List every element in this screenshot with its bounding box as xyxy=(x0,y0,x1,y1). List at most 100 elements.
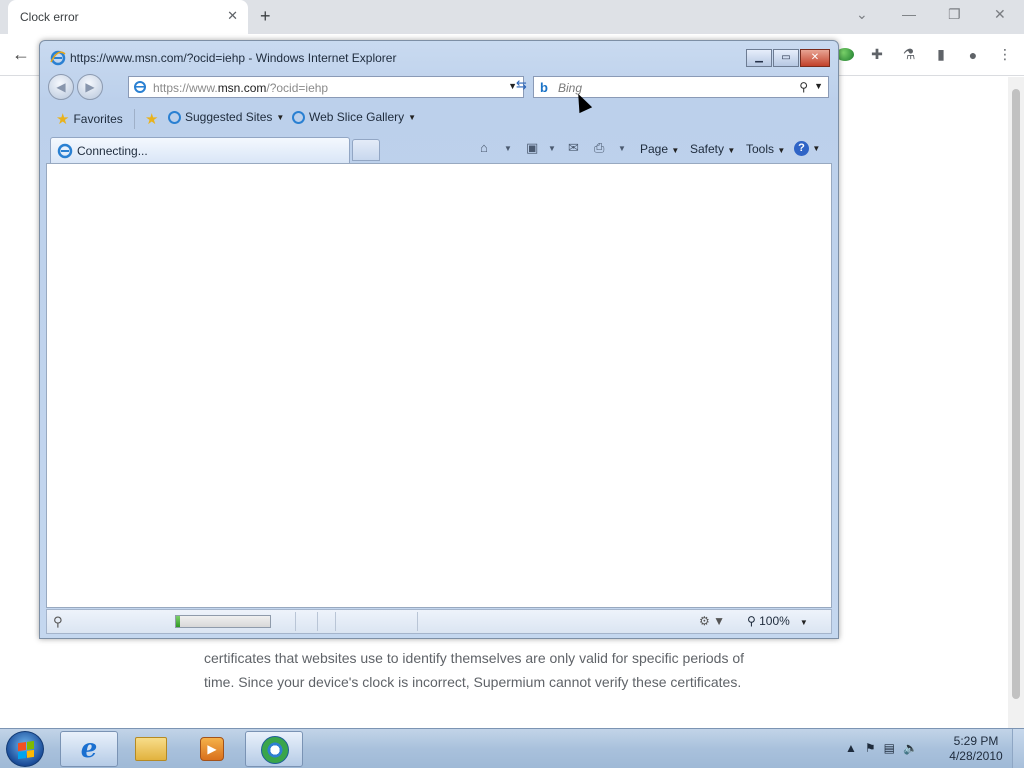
tab-search-dropdown-icon[interactable]: ⌄ xyxy=(856,6,868,23)
refresh-icon[interactable]: ⇆ xyxy=(516,77,527,93)
help-icon: ? xyxy=(794,141,809,156)
tools-menu[interactable]: Tools ▼ xyxy=(746,142,785,156)
tools-caret-icon: ▼ xyxy=(777,146,786,155)
description-line-2: time. Since your device's clock is incor… xyxy=(204,674,742,690)
ie-new-tab-button[interactable] xyxy=(352,139,380,161)
new-tab-button[interactable]: + xyxy=(260,6,271,27)
suggested-sites-button[interactable]: Suggested Sites ▼ xyxy=(168,110,284,124)
status-separator xyxy=(417,612,418,631)
suggested-sites-caret-icon: ▼ xyxy=(276,112,285,122)
safety-menu-label: Safety xyxy=(690,142,725,156)
outer-scrollbar[interactable] xyxy=(1008,77,1024,728)
web-slice-gallery-button[interactable]: Web Slice Gallery ▼ xyxy=(292,110,416,124)
feeds-dropdown-icon[interactable]: ▼ xyxy=(548,144,556,153)
taskbar-media-player[interactable]: ▶ xyxy=(182,731,240,767)
windows-flag-icon xyxy=(18,740,34,760)
system-tray: ▲ ⚑ ▤ 🔈 xyxy=(845,741,918,755)
status-search-icon: ⚲ xyxy=(53,614,63,629)
url-prefix: https://www. xyxy=(153,81,218,95)
flask-extension-icon[interactable]: ⚗ xyxy=(900,46,918,63)
ie-command-bar: Connecting... ⌂ ▼ ▣ ▼ ✉ ⎙ ▼ Page ▼ Safet… xyxy=(46,135,832,163)
zoom-control[interactable]: ⚲ 100% ▼ xyxy=(747,614,808,628)
favorites-label: Favorites xyxy=(73,112,123,126)
ie-navigation-bar: ◀ ▶ https://www.msn.com/?ocid=iehp ▼ ⇆ ✕… xyxy=(46,73,832,101)
media-player-icon: ▶ xyxy=(200,737,224,761)
ie-window-title: https://www.msn.com/?ocid=iehp - Windows… xyxy=(70,51,397,65)
page-e-icon xyxy=(134,81,146,93)
ie-forward-button[interactable]: ▶ xyxy=(77,74,103,100)
home-dropdown-icon[interactable]: ▼ xyxy=(504,144,512,153)
taskbar-internet-explorer[interactable]: e xyxy=(60,731,118,767)
page-caret-icon: ▼ xyxy=(671,146,680,155)
ie-minimize-button[interactable]: ▁ xyxy=(746,49,772,67)
start-button[interactable] xyxy=(6,731,44,767)
add-favorite-star-icon: ★ xyxy=(145,111,159,128)
web-slice-caret-icon: ▼ xyxy=(408,112,417,122)
show-desktop-button[interactable] xyxy=(1012,729,1024,768)
profile-avatar-icon[interactable]: ● xyxy=(964,47,982,63)
add-to-favorites-bar-button[interactable]: ★ xyxy=(145,110,158,128)
description-line-1: certificates that websites use to identi… xyxy=(204,650,745,666)
tab-e-icon xyxy=(57,143,73,159)
folder-icon xyxy=(135,737,167,761)
web-slice-gallery-label: Web Slice Gallery xyxy=(309,110,405,124)
print-dropdown-icon[interactable]: ▼ xyxy=(618,144,626,153)
ie-back-button[interactable]: ◀ xyxy=(48,74,74,100)
suggested-sites-e-icon xyxy=(168,110,181,124)
ie-tab-connecting[interactable]: Connecting... xyxy=(50,137,350,163)
zoom-level: 100% xyxy=(759,614,790,628)
status-separator xyxy=(335,612,336,631)
ie-address-bar[interactable]: https://www.msn.com/?ocid=iehp ▼ xyxy=(128,76,524,98)
search-dropdown-icon[interactable]: ▼ xyxy=(814,81,823,91)
volume-muted-icon[interactable]: 🔈 xyxy=(903,741,918,755)
search-icon[interactable]: ⚲ xyxy=(799,80,808,94)
ie-page-content[interactable] xyxy=(46,163,832,608)
security-zone-icon[interactable]: ⚙ ▼ xyxy=(699,614,725,628)
ie-status-bar: ⚲ ⚙ ▼ ⚲ 100% ▼ xyxy=(46,609,832,634)
taskbar-clock[interactable]: 5:29 PM 4/28/2010 xyxy=(942,734,1010,764)
print-icon[interactable]: ⎙ xyxy=(594,140,604,156)
favorites-button[interactable]: ★ Favorites xyxy=(56,110,123,128)
outer-scrollbar-thumb[interactable] xyxy=(1012,89,1020,699)
close-window-button[interactable]: ✕ xyxy=(994,6,1006,23)
web-slice-e-icon xyxy=(292,110,305,124)
more-menu-icon[interactable]: ⋮ xyxy=(996,46,1014,63)
restore-window-button[interactable]: ❐ xyxy=(948,6,961,23)
url-suffix: /?ocid=iehp xyxy=(266,81,329,95)
safety-menu[interactable]: Safety ▼ xyxy=(690,142,735,156)
network-icon[interactable]: ▤ xyxy=(884,741,895,755)
feeds-icon[interactable]: ▣ xyxy=(526,140,538,156)
sidebar-icon[interactable]: ▮ xyxy=(932,46,950,63)
close-tab-icon[interactable]: ✕ xyxy=(227,8,238,24)
minimize-window-button[interactable]: — xyxy=(902,6,916,22)
tools-menu-label: Tools xyxy=(746,142,775,156)
page-menu[interactable]: Page ▼ xyxy=(640,142,679,156)
ie-window: https://www.msn.com/?ocid=iehp - Windows… xyxy=(39,40,839,639)
outer-tab-title: Clock error xyxy=(20,10,79,24)
ie-tab-label: Connecting... xyxy=(77,144,148,158)
windows-taskbar: e ▶ ▲ ⚑ ▤ 🔈 5:29 PM 4/28/2010 xyxy=(0,728,1024,768)
help-menu[interactable]: ? ▼ xyxy=(794,140,820,156)
bing-logo-icon: b xyxy=(540,80,548,95)
favorites-separator xyxy=(134,109,135,129)
outer-tab-clock-error[interactable]: Clock error ✕ xyxy=(8,0,248,34)
ie-titlebar[interactable]: https://www.msn.com/?ocid=iehp - Windows… xyxy=(40,41,838,73)
taskbar-chrome-browser[interactable] xyxy=(245,731,303,767)
clock-error-description: certificates that websites use to identi… xyxy=(204,646,804,694)
url-domain: msn.com xyxy=(217,81,267,95)
extension-icons: ✚ ⚗ ▮ ● ⋮ xyxy=(836,46,1014,63)
action-center-flag-icon[interactable]: ⚑ xyxy=(865,741,876,755)
read-mail-icon[interactable]: ✉ xyxy=(568,140,579,156)
ie-favorites-bar: ★ Favorites ★ Suggested Sites ▼ Web Slic… xyxy=(46,105,832,133)
zoom-caret-icon: ▼ xyxy=(799,618,808,627)
ie-close-button[interactable]: ✕ xyxy=(800,49,830,67)
taskbar-windows-explorer[interactable] xyxy=(121,731,179,767)
ie-logo-icon xyxy=(50,50,66,66)
home-icon[interactable]: ⌂ xyxy=(480,140,488,155)
puzzle-extensions-icon[interactable]: ✚ xyxy=(868,46,886,63)
show-hidden-icons-icon[interactable]: ▲ xyxy=(845,741,857,755)
page-load-progress xyxy=(175,615,271,628)
back-arrow-icon[interactable]: ← xyxy=(12,44,30,65)
ie-maximize-button[interactable]: ▭ xyxy=(773,49,799,67)
safety-caret-icon: ▼ xyxy=(727,146,736,155)
